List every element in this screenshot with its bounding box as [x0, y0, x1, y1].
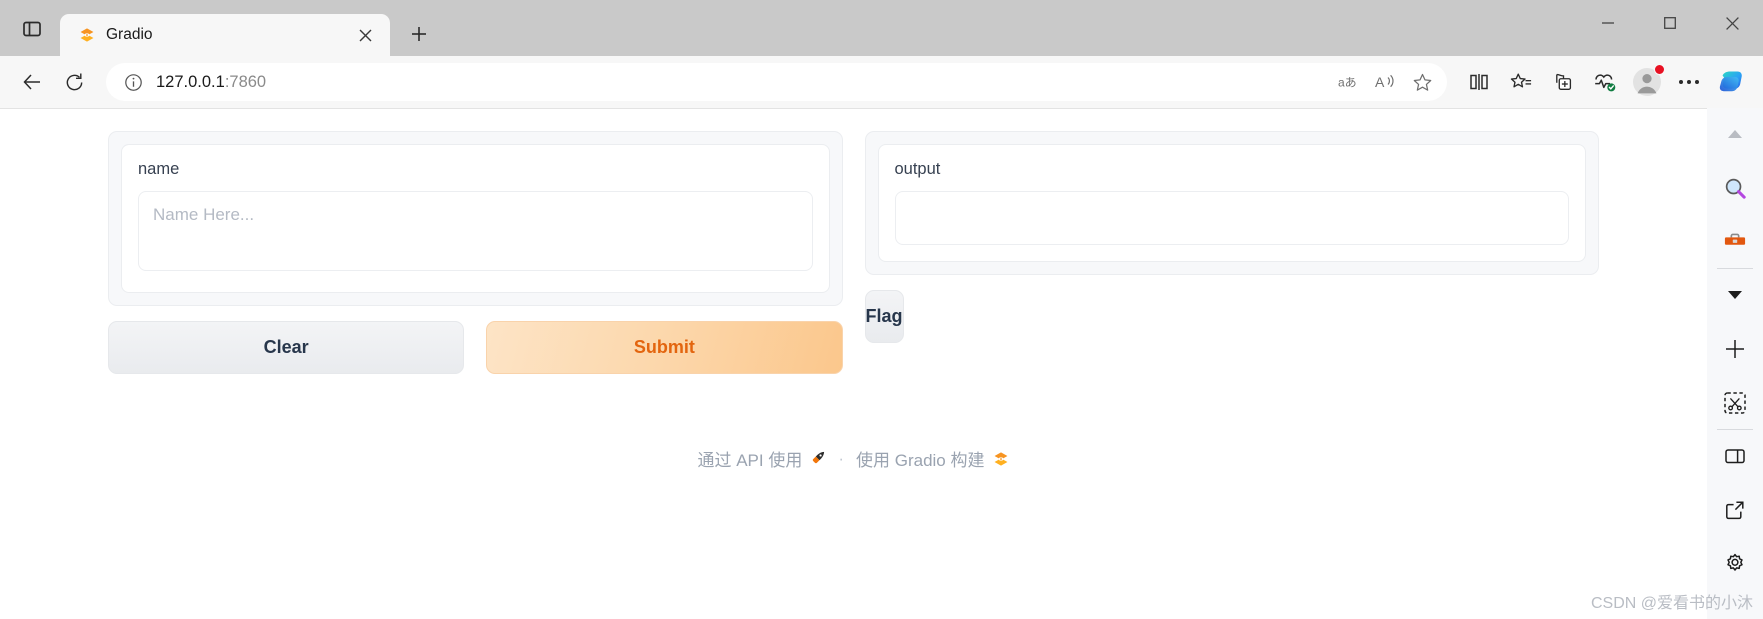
minimize-icon — [1602, 22, 1614, 24]
url-text[interactable]: 127.0.0.1:7860 — [146, 73, 1331, 92]
tab-title: Gradio — [106, 26, 153, 43]
add-icon[interactable] — [1715, 329, 1755, 369]
settings-and-more-icon[interactable] — [1669, 62, 1709, 102]
action-button-row: Clear Submit — [108, 321, 843, 374]
output-label: output — [894, 160, 941, 178]
gradio-app: name Clear Submit outpu — [0, 109, 1707, 471]
browser-tab[interactable]: Gradio — [60, 14, 390, 56]
page-viewport: name Clear Submit outpu — [0, 108, 1763, 619]
gradio-footer: 通过 API 使用 · 使用 Gradio 构建 — [0, 446, 1707, 471]
split-screen-icon[interactable] — [1459, 62, 1499, 102]
url-port: :7860 — [224, 72, 267, 91]
refresh-button[interactable] — [54, 62, 94, 102]
browser-toolbar-right — [1459, 62, 1751, 102]
name-input-block: name — [121, 144, 830, 293]
built-with-gradio-label: 使用 Gradio 构建 — [856, 451, 985, 470]
name-input[interactable] — [138, 191, 813, 271]
add-tab-group-icon[interactable] — [1543, 62, 1583, 102]
scroll-up-chevron-icon[interactable] — [1715, 114, 1755, 154]
collections-icon[interactable] — [1501, 62, 1541, 102]
browser-essentials-icon[interactable] — [1585, 62, 1625, 102]
read-aloud-icon[interactable]: A — [1369, 66, 1403, 98]
tab-close-icon[interactable] — [352, 22, 378, 48]
close-button[interactable] — [1701, 0, 1763, 46]
gradio-logo-icon — [80, 28, 94, 42]
name-input-label: name — [138, 160, 180, 178]
edge-side-panel — [1707, 108, 1763, 619]
flag-button[interactable]: Flag — [864, 290, 904, 343]
settings-gear-icon[interactable] — [1715, 544, 1755, 584]
output-panel: output — [864, 131, 1599, 275]
address-bar[interactable]: 127.0.0.1:7860 aあ A — [106, 63, 1447, 101]
submit-button[interactable]: Submit — [486, 321, 843, 374]
back-button[interactable] — [12, 62, 52, 102]
split-panel-icon[interactable] — [1715, 436, 1755, 476]
back-arrow-icon — [23, 74, 40, 90]
open-external-icon[interactable] — [1715, 490, 1755, 530]
clear-button[interactable]: Clear — [108, 321, 465, 374]
search-magnifier-icon[interactable] — [1715, 168, 1755, 208]
sidebar-divider-2 — [1717, 429, 1753, 430]
svg-text:A: A — [1375, 74, 1385, 90]
new-tab-button[interactable] — [400, 15, 438, 53]
profile-avatar[interactable] — [1627, 62, 1667, 102]
output-block: output — [877, 144, 1586, 262]
site-information-icon[interactable] — [120, 69, 146, 95]
toolbox-icon[interactable] — [1715, 222, 1755, 262]
minimize-button[interactable] — [1577, 0, 1639, 46]
web-page-content: name Clear Submit outpu — [0, 108, 1707, 619]
title-bar: Gradio — [0, 0, 1763, 56]
output-column: output Flag — [864, 131, 1599, 343]
sidebar-divider — [1717, 268, 1753, 269]
maximize-button[interactable] — [1639, 0, 1701, 46]
translate-icon[interactable]: aあ — [1333, 66, 1367, 98]
use-via-api-link[interactable]: 通过 API 使用 — [697, 446, 826, 471]
plus-icon — [412, 27, 426, 41]
copilot-icon[interactable] — [1711, 62, 1751, 102]
profile-notification-dot — [1654, 64, 1665, 75]
sidebar-panel-icon — [23, 21, 41, 37]
input-panel: name — [108, 131, 843, 306]
close-icon — [1725, 16, 1739, 30]
window-controls — [1577, 0, 1763, 46]
url-host: 127.0.0.1 — [156, 72, 225, 91]
gradio-logo-icon — [994, 451, 1007, 466]
rocket-icon — [813, 451, 825, 464]
svg-text:aあ: aあ — [1338, 76, 1357, 90]
favorite-star-icon[interactable] — [1405, 66, 1439, 98]
input-column: name Clear Submit — [108, 131, 843, 374]
use-via-api-label: 通过 API 使用 — [697, 451, 803, 470]
navigation-bar: 127.0.0.1:7860 aあ A — [0, 56, 1763, 108]
maximize-icon — [1664, 17, 1676, 29]
footer-separator: · — [838, 448, 845, 468]
output-value — [894, 191, 1569, 245]
app-row: name Clear Submit outpu — [0, 131, 1707, 374]
built-with-gradio-link[interactable]: 使用 Gradio 构建 — [856, 446, 1009, 471]
screenshot-snip-icon[interactable] — [1715, 383, 1755, 423]
scroll-down-chevron-icon[interactable] — [1715, 275, 1755, 315]
browser-window: Gradio 127.0.0.1:7860 aあ A name Name Her… — [0, 0, 1763, 619]
refresh-icon — [66, 73, 82, 90]
sidebar-toggle-button[interactable] — [10, 7, 54, 51]
tab-strip: Gradio — [0, 0, 438, 56]
